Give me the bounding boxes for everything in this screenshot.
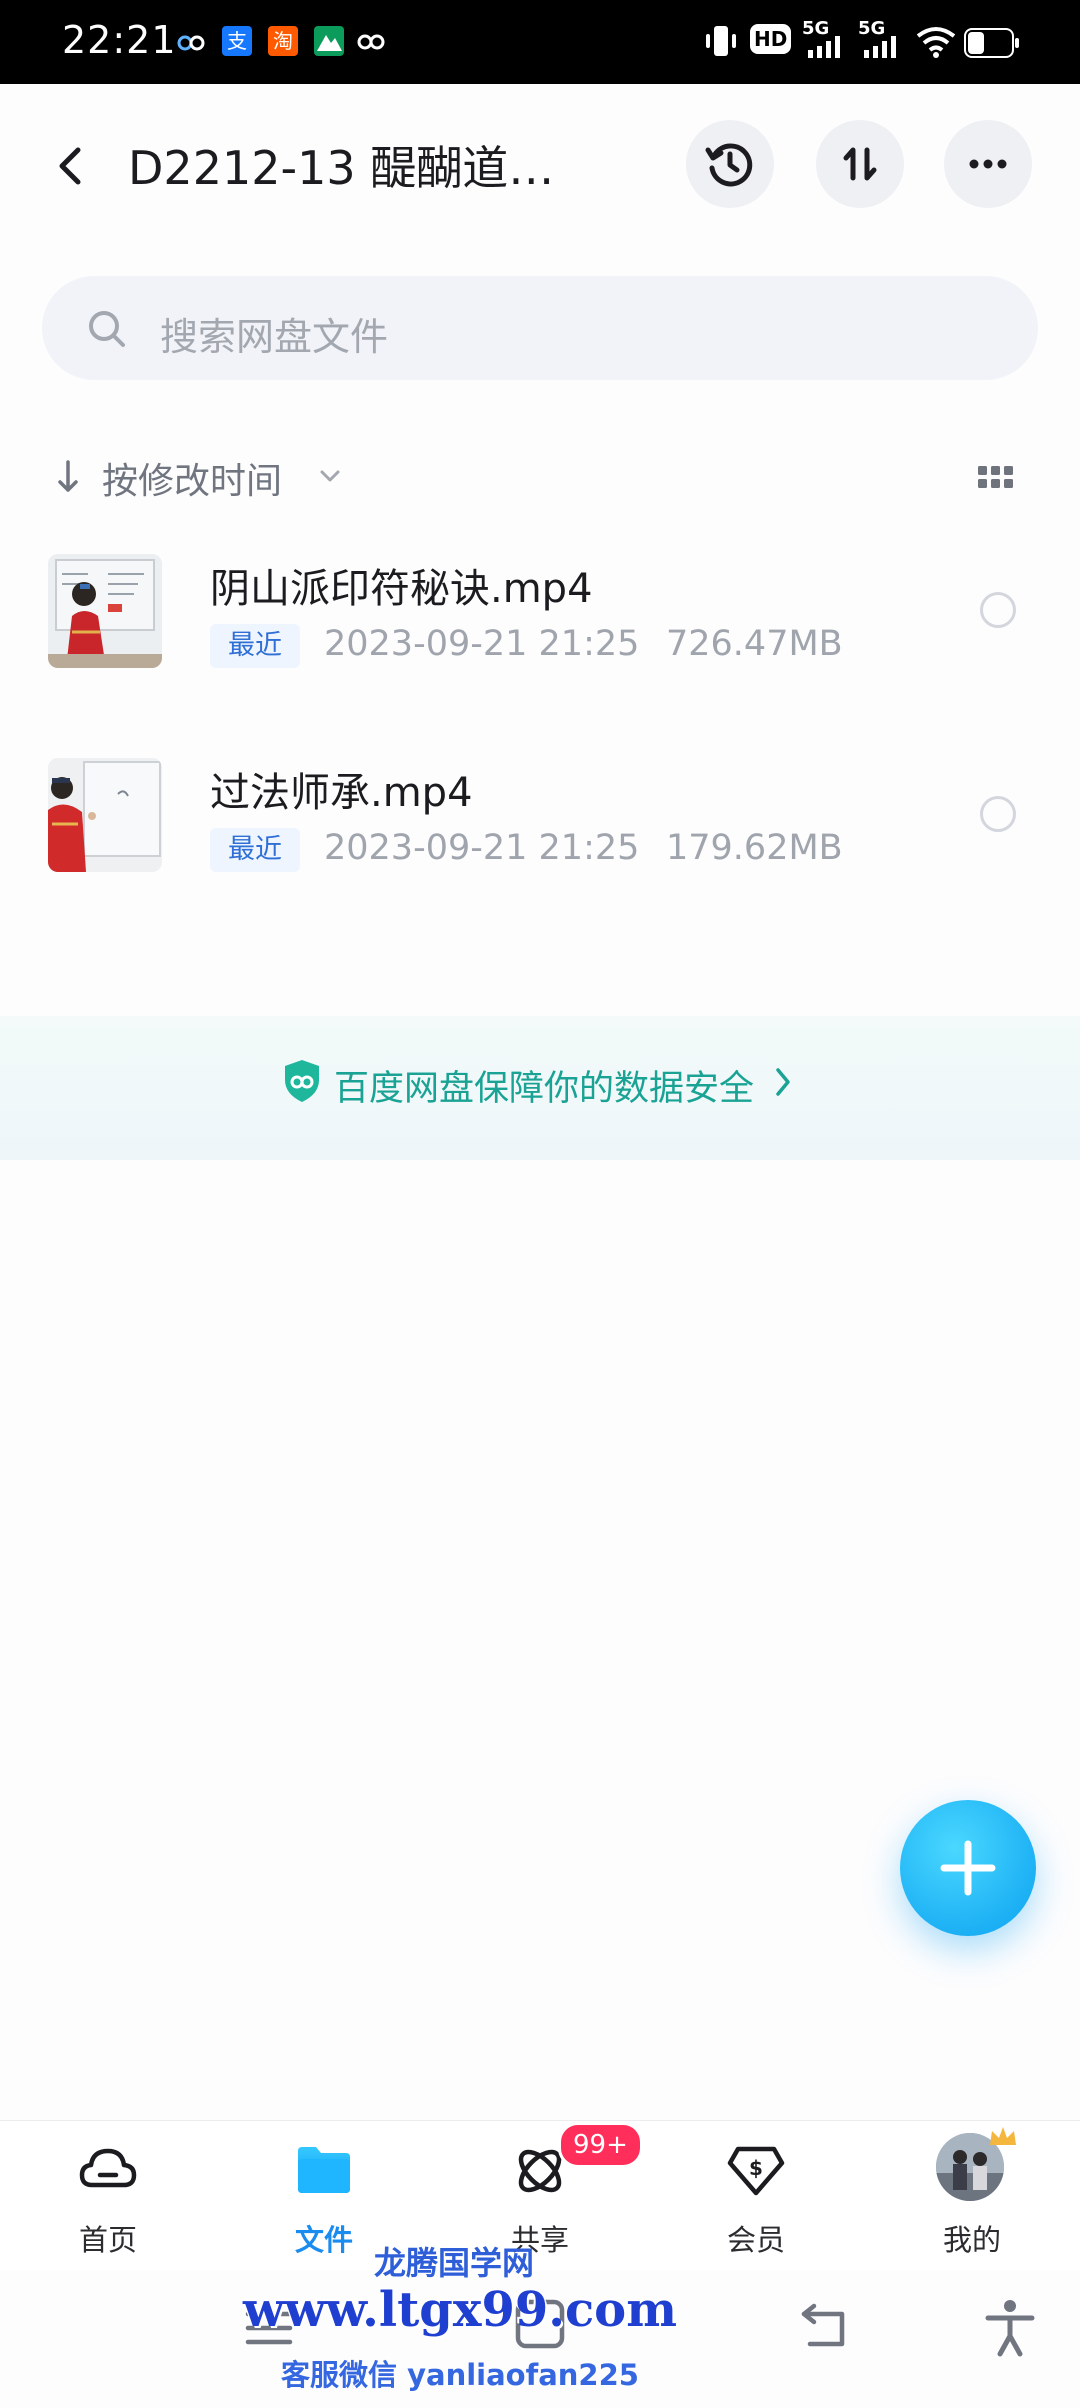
search-icon [89,311,125,347]
watermark-title: 龙腾国学网 [373,2244,534,2282]
file-name: 阴山派印符秘诀.mp4 [210,566,593,612]
cloud-app-icon [356,26,386,56]
shield-icon [285,1060,319,1102]
page-title: D2212-13 醍醐道… [128,141,555,195]
more-dots-icon [969,159,1007,169]
mountain-app-icon [314,26,344,56]
file-size: 726.47MB [666,624,843,664]
history-icon [705,143,753,187]
security-banner[interactable]: 百度网盘保障你的数据安全 [0,1016,1080,1160]
signal-1-icon [806,36,846,62]
sort-label: 按修改时间 [102,461,283,502]
alipay-app-icon: 支 [222,26,252,56]
back-button[interactable] [44,128,100,204]
watermark-contact: 客服微信 yanliaofan225 [281,2358,639,2392]
file-name: 过法师承.mp4 [210,770,473,816]
wifi-icon [916,26,956,62]
file-datetime: 2023-09-21 21:25 [324,828,640,868]
cloud-home-icon [79,2148,137,2188]
video-thumbnail [48,554,162,668]
hd-indicator: HD [750,24,792,54]
battery-icon [964,28,1020,62]
list-item[interactable]: 阴山派印符秘诀.mp4 最近 2023-09-21 21:25 726.47MB [0,510,1080,710]
chevron-down-icon [320,470,340,482]
baidu-cloud-app-icon [176,26,206,56]
history-button[interactable] [686,120,774,208]
status-time: 22:21 [62,18,177,62]
share-count-badge: 99+ [558,2122,643,2168]
watermark-url: www.ltgx99.com [243,2282,677,2338]
sort-arrows-icon [843,147,877,181]
folder-icon [298,2147,350,2193]
sort-order-button[interactable] [816,120,904,208]
chevron-right-icon [776,1068,790,1096]
chevron-left-icon [59,147,81,185]
list-item[interactable]: 过法师承.mp4 最近 2023-09-21 21:25 179.62MB [0,714,1080,914]
vibrate-icon [704,22,738,64]
crown-icon [990,2127,1016,2145]
select-checkbox[interactable] [980,796,1016,832]
search-input[interactable]: 搜索网盘文件 [42,276,1038,380]
plus-icon [940,1840,996,1896]
search-placeholder: 搜索网盘文件 [160,315,389,359]
add-button[interactable] [900,1800,1036,1936]
signal-2-icon [862,36,902,62]
arrow-down-icon [58,460,78,492]
recent-tag: 最近 [210,828,300,872]
taobao-app-icon: 淘 [268,26,298,56]
grid-view-toggle[interactable] [976,460,1016,498]
file-datetime: 2023-09-21 21:25 [324,624,640,664]
video-thumbnail [48,758,162,872]
select-checkbox[interactable] [980,592,1016,628]
recent-tag: 最近 [210,624,300,668]
more-button[interactable] [944,120,1032,208]
svg-text:$: $ [749,2156,763,2180]
security-text: 百度网盘保障你的数据安全 [334,1069,755,1109]
grid-icon [978,466,1013,488]
status-bar: 22:21 支 淘 HD 5G 5G [0,0,1080,84]
vip-diamond-icon: $ [727,2146,785,2196]
file-size: 179.62MB [666,828,843,868]
